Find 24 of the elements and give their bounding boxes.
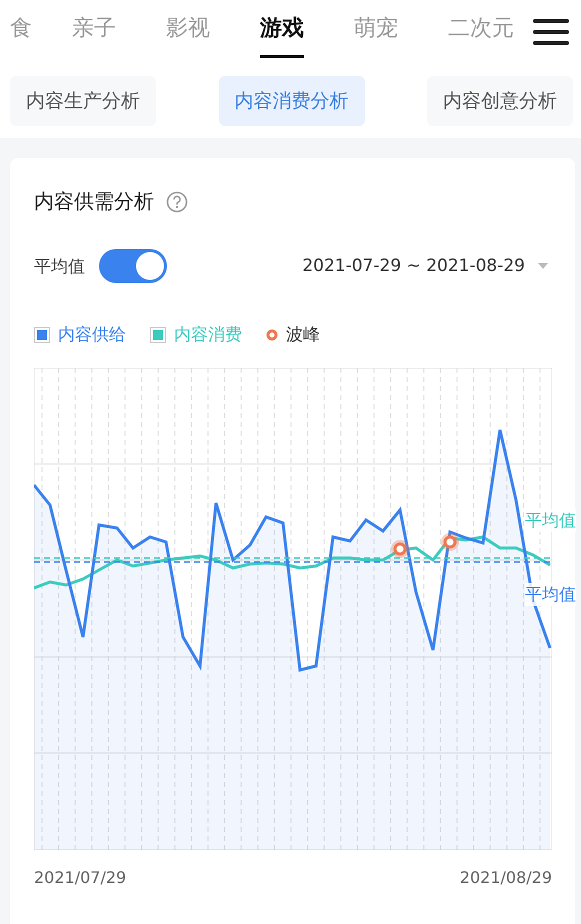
- analysis-tab[interactable]: 内容消费分析: [218, 76, 364, 126]
- legend-label[interactable]: 内容消费: [174, 323, 242, 346]
- average-toggle[interactable]: [99, 249, 167, 283]
- channel-tab[interactable]: 萌宠: [354, 6, 398, 58]
- average-line-label: 平均值: [525, 583, 576, 606]
- x-axis-label: 2021/07/29: [34, 868, 126, 887]
- peak-marker[interactable]: [391, 540, 409, 558]
- legend-label[interactable]: 内容供给: [58, 323, 126, 346]
- average-label: 平均值: [34, 256, 85, 278]
- channel-tab[interactable]: 食: [10, 6, 32, 58]
- help-icon[interactable]: [166, 190, 188, 212]
- average-line-label: 平均值: [525, 509, 576, 532]
- channel-tab[interactable]: 亲子: [72, 6, 116, 58]
- peak-marker[interactable]: [441, 533, 459, 551]
- channel-tab[interactable]: 二次元: [448, 6, 514, 58]
- channel-tab[interactable]: 游戏: [260, 6, 304, 58]
- channel-tab[interactable]: 影视: [166, 6, 210, 58]
- date-range-picker[interactable]: 2021-07-29 ~ 2021-08-29: [302, 256, 549, 276]
- legend-label[interactable]: 波峰: [286, 323, 320, 346]
- analysis-tab[interactable]: 内容生产分析: [10, 76, 156, 126]
- analysis-tab[interactable]: 内容创意分析: [427, 76, 573, 126]
- x-axis-label: 2021/08/29: [460, 868, 552, 887]
- menu-icon[interactable]: [533, 18, 569, 46]
- card-title: 内容供需分析: [34, 188, 154, 215]
